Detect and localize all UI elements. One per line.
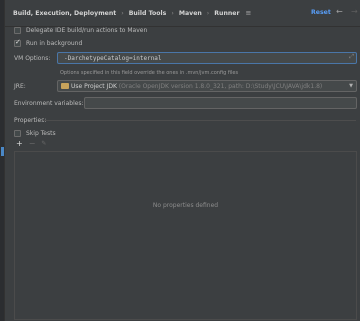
breadcrumb-item-build-execution-deployment[interactable]: Build, Execution, Deployment — [13, 10, 116, 17]
vm-options-value: -DarchetypeCatalog=internal — [64, 55, 162, 62]
edit-icon[interactable]: ✎ — [41, 140, 46, 148]
vm-options-label: VM Options: — [14, 55, 51, 62]
run-in-background-label: Run in background — [26, 40, 83, 47]
env-variables-field[interactable] — [84, 97, 357, 109]
breadcrumb-item-maven[interactable]: Maven — [179, 10, 202, 17]
jre-selected-value: Use Project JDK (Oracle OpenJDK version … — [71, 83, 322, 90]
properties-label: Properties: — [14, 117, 47, 124]
skip-tests-option[interactable]: Skip Tests — [14, 130, 56, 137]
properties-toolbar: + − ✎ — [16, 140, 46, 148]
forward-arrow-icon[interactable]: → — [351, 8, 358, 16]
dropdown-arrow-icon[interactable]: ▼ — [349, 83, 353, 89]
jre-select[interactable]: Use Project JDK (Oracle OpenJDK version … — [57, 80, 357, 92]
breadcrumb-item-build-tools[interactable]: Build Tools — [129, 10, 167, 17]
breadcrumb-separator: › — [171, 9, 174, 17]
left-gutter — [0, 0, 5, 321]
properties-empty-text: No properties defined — [152, 202, 219, 209]
reset-link[interactable]: Reset — [311, 9, 331, 16]
jre-selected-main: Use Project JDK — [71, 83, 117, 90]
skip-tests-label: Skip Tests — [26, 130, 56, 137]
folder-icon — [61, 83, 69, 89]
back-arrow-icon[interactable]: ← — [336, 8, 343, 16]
run-in-background-option[interactable]: Run in background — [14, 38, 83, 47]
properties-table[interactable]: No properties defined — [14, 151, 357, 320]
breadcrumb-separator: › — [121, 9, 124, 17]
selection-marker — [1, 147, 4, 156]
settings-header: Build, Execution, Deployment › Build Too… — [5, 0, 360, 27]
expand-field-icon[interactable]: ⤢ — [349, 53, 354, 61]
run-in-background-checkbox[interactable] — [14, 38, 21, 47]
skip-tests-checkbox[interactable] — [14, 130, 21, 137]
properties-divider — [43, 120, 356, 121]
breadcrumb-item-runner: Runner — [214, 9, 240, 17]
remove-icon[interactable]: − — [29, 140, 36, 148]
vm-options-hint: Options specified in this field override… — [60, 70, 239, 76]
jre-label: JRE: — [14, 83, 26, 90]
menu-icon[interactable]: ≡ — [246, 9, 252, 17]
delegate-label: Delegate IDE build/run actions to Maven — [26, 27, 148, 34]
delegate-checkbox[interactable] — [14, 27, 21, 34]
breadcrumb: Build, Execution, Deployment › Build Too… — [13, 9, 251, 17]
vm-options-field[interactable]: -DarchetypeCatalog=internal ⤢ — [57, 52, 357, 64]
jre-selected-detail: (Oracle OpenJDK version 1.8.0_321, path:… — [116, 83, 323, 90]
delegate-option[interactable]: Delegate IDE build/run actions to Maven — [14, 27, 147, 34]
add-icon[interactable]: + — [16, 140, 23, 148]
breadcrumb-separator: › — [206, 9, 210, 17]
env-variables-label: Environment variables: — [14, 100, 84, 107]
